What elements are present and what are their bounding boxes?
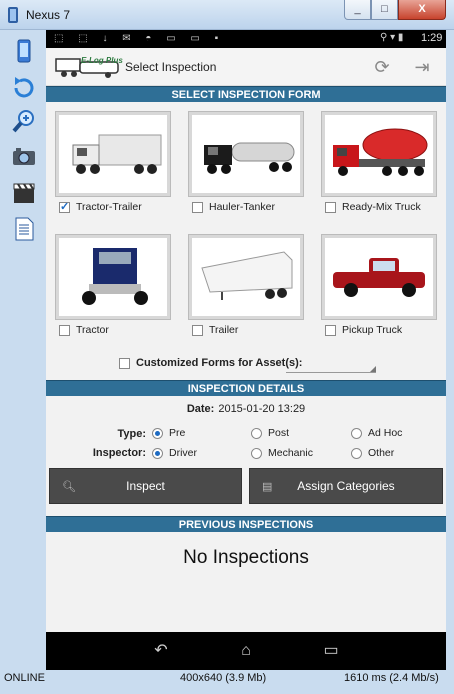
device-icon[interactable] xyxy=(11,38,37,64)
inspector-mechanic-option[interactable]: Mechanic xyxy=(251,447,313,459)
home-icon[interactable]: ⌂ xyxy=(231,641,261,661)
trailer-checkbox[interactable] xyxy=(192,324,203,336)
option-label: Trailer xyxy=(209,324,239,336)
option-label: Tractor-Trailer xyxy=(76,201,142,213)
type-post-radio[interactable] xyxy=(251,427,262,439)
trailer-icon xyxy=(201,251,293,300)
type-adhoc-option[interactable]: Ad Hoc xyxy=(351,427,402,439)
inspector-driver-option[interactable]: Driver xyxy=(152,447,197,459)
date-label: Date: xyxy=(186,403,215,415)
back-icon[interactable]: ↶ xyxy=(146,641,176,661)
clapper-icon[interactable] xyxy=(11,180,37,206)
pickup-truck-image[interactable] xyxy=(322,235,436,319)
type-post-option[interactable]: Post xyxy=(251,427,289,439)
radio-label: Mechanic xyxy=(268,447,313,459)
categories-icon: ▤ xyxy=(262,481,273,493)
recent-apps-icon[interactable]: ▭ xyxy=(316,641,346,661)
option-pickup-truck[interactable]: Pickup Truck xyxy=(325,324,402,336)
option-label: Tractor xyxy=(76,324,109,336)
pickup-truck-checkbox[interactable] xyxy=(325,324,336,336)
tractor-trailer-image[interactable] xyxy=(56,112,170,196)
mixer-truck-icon xyxy=(333,128,428,176)
inspect-button[interactable]: 🔍︎ Inspect xyxy=(49,468,242,504)
pickup-icon xyxy=(333,258,425,297)
no-inspections-text: No Inspections xyxy=(183,547,309,568)
notification-icons: ⬚ ⬚ ↓ ✉ ◓ ▭ ▭ ▪ xyxy=(54,33,225,44)
inspector-other-option[interactable]: Other xyxy=(351,447,394,459)
option-label: Ready-Mix Truck xyxy=(342,201,421,213)
svg-text:E-Log Plus: E-Log Plus xyxy=(81,56,123,65)
phone-icon xyxy=(8,7,18,23)
elog-plus-logo: E-Log Plus xyxy=(55,56,123,78)
action-bar: E-Log Plus Select Inspection ⟳ ⇥ xyxy=(46,48,446,86)
select-form-header: SELECT INSPECTION FORM xyxy=(46,86,446,102)
minimize-button[interactable]: _ xyxy=(344,0,371,20)
online-status: ONLINE xyxy=(4,672,45,684)
tractor-checkbox[interactable] xyxy=(59,324,70,336)
rotate-icon[interactable] xyxy=(11,74,37,100)
radio-label: Pre xyxy=(169,427,186,439)
date-value: 2015-01-20 13:29 xyxy=(218,403,306,415)
device-screen: ⬚ ⬚ ↓ ✉ ◓ ▭ ▭ ▪ ⚲ ▾ ▮ 1:29 E-Log Plus Se… xyxy=(46,30,446,670)
search-icon: 🔍︎ xyxy=(62,481,76,493)
screen-title: Select Inspection xyxy=(125,60,217,74)
window-titlebar: Nexus 7 _ □ X xyxy=(0,0,454,30)
type-label: Type: xyxy=(117,428,146,440)
truck-icon xyxy=(72,134,162,174)
customized-forms-option[interactable]: Customized Forms for Asset(s): xyxy=(119,357,302,369)
customized-forms-label: Customized Forms for Asset(s): xyxy=(136,357,303,369)
option-tractor-trailer[interactable]: Tractor-Trailer xyxy=(59,200,142,213)
details-header: INSPECTION DETAILS xyxy=(46,380,446,396)
document-icon[interactable] xyxy=(11,216,37,242)
tractor-trailer-checkbox[interactable] xyxy=(59,200,70,213)
option-hauler-tanker[interactable]: Hauler-Tanker xyxy=(192,201,275,213)
tanker-truck-icon xyxy=(204,142,295,174)
inspect-button-label: Inspect xyxy=(126,479,165,493)
close-button[interactable]: X xyxy=(398,0,446,20)
assign-categories-button[interactable]: ▤ Assign Categories xyxy=(249,468,443,504)
resolution-status: 400x640 (3.9 Mb) xyxy=(180,672,267,684)
refresh-icon[interactable]: ⟳ xyxy=(370,55,394,79)
assign-button-label: Assign Categories xyxy=(297,479,395,493)
ready-mix-checkbox[interactable] xyxy=(325,201,336,213)
radio-label: Ad Hoc xyxy=(368,427,403,439)
option-tractor[interactable]: Tractor xyxy=(59,324,109,336)
window-title: Nexus 7 xyxy=(26,8,71,22)
option-label: Hauler-Tanker xyxy=(209,201,275,213)
radio-label: Driver xyxy=(169,447,197,459)
customized-forms-checkbox[interactable] xyxy=(119,357,130,369)
android-status-bar: ⬚ ⬚ ↓ ✉ ◓ ▭ ▭ ▪ ⚲ ▾ ▮ 1:29 xyxy=(46,30,446,48)
zoom-icon[interactable] xyxy=(11,108,37,134)
inspector-other-radio[interactable] xyxy=(351,447,362,459)
previous-header: PREVIOUS INSPECTIONS xyxy=(46,516,446,532)
camera-icon[interactable] xyxy=(11,144,37,170)
trailer-image[interactable] xyxy=(189,235,303,319)
hauler-tanker-image[interactable] xyxy=(189,112,303,196)
asset-spinner[interactable] xyxy=(286,361,376,373)
type-adhoc-radio[interactable] xyxy=(351,427,362,439)
android-nav-bar: ↶ ⌂ ▭ xyxy=(46,632,446,670)
option-label: Pickup Truck xyxy=(342,324,403,336)
type-pre-option[interactable]: Pre xyxy=(152,427,185,439)
inspector-driver-radio[interactable] xyxy=(152,447,163,459)
date-row: Date: 2015-01-20 13:29 xyxy=(46,403,446,415)
tractor-icon xyxy=(82,248,148,305)
radio-label: Post xyxy=(268,427,290,439)
inspector-label: Inspector: xyxy=(92,447,146,459)
type-pre-radio[interactable] xyxy=(152,427,163,439)
emulator-status-bar: ONLINE 400x640 (3.9 Mb) 1610 ms (2.4 Mb/… xyxy=(0,670,454,694)
hauler-tanker-checkbox[interactable] xyxy=(192,201,203,213)
radio-label: Other xyxy=(368,447,395,459)
maximize-button[interactable]: □ xyxy=(371,0,398,20)
exit-icon[interactable]: ⇥ xyxy=(410,55,434,79)
option-ready-mix-truck[interactable]: Ready-Mix Truck xyxy=(325,201,421,213)
option-trailer[interactable]: Trailer xyxy=(192,324,238,336)
signal-icons: ⚲ ▾ ▮ xyxy=(380,32,404,43)
clock: 1:29 xyxy=(421,32,443,44)
timing-status: 1610 ms (2.4 Mb/s) xyxy=(344,672,439,684)
inspector-mechanic-radio[interactable] xyxy=(251,447,262,459)
ready-mix-truck-image[interactable] xyxy=(322,112,436,196)
tool-strip xyxy=(0,30,46,670)
tractor-image[interactable] xyxy=(56,235,170,319)
